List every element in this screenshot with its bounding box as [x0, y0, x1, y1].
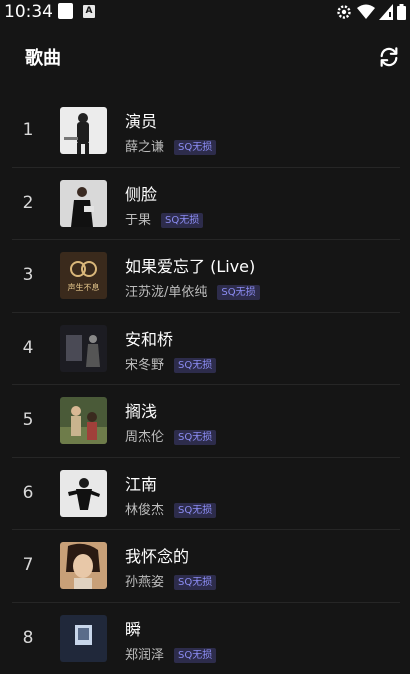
refresh-icon — [378, 46, 400, 68]
wifi-icon — [357, 4, 375, 20]
song-artist: 林俊杰SQ无损 — [125, 499, 216, 518]
song-row-1[interactable]: 1 演员 薛之谦SQ无损 — [0, 94, 410, 167]
song-artist: 孙燕姿SQ无损 — [125, 571, 216, 590]
status-bar: 10:34 A — [0, 0, 410, 24]
cover-text: 声生不息 — [68, 282, 100, 292]
album-cover — [60, 325, 107, 372]
album-cover — [60, 470, 107, 517]
song-row-4[interactable]: 4 安和桥 宋冬野SQ无损 — [0, 312, 410, 385]
song-artist: 郑润泽SQ无损 — [125, 644, 216, 663]
album-cover — [60, 107, 107, 154]
song-row-7[interactable]: 7 我怀念的 孙燕姿SQ无损 — [0, 529, 410, 602]
quality-badge: SQ无损 — [174, 358, 216, 373]
song-list: 1 演员 薛之谦SQ无损 2 侧脸 于果SQ无损 — [0, 94, 410, 674]
quality-badge: SQ无损 — [174, 503, 216, 518]
song-artist: 汪苏泷/单依纯SQ无损 — [125, 281, 260, 300]
notification-square-icon — [58, 3, 73, 19]
song-rank: 2 — [15, 167, 41, 239]
song-title: 江南 — [125, 471, 157, 495]
song-title: 如果爱忘了 (Live) — [125, 253, 255, 277]
song-rank: 5 — [15, 384, 41, 456]
song-artist: 宋冬野SQ无损 — [125, 354, 216, 373]
refresh-button[interactable] — [378, 46, 400, 68]
gear-icon — [335, 3, 353, 21]
notification-a-icon: A — [83, 5, 95, 18]
song-title: 搁浅 — [125, 398, 157, 422]
song-artist: 薛之谦SQ无损 — [125, 136, 216, 155]
song-rank: 6 — [15, 457, 41, 529]
song-row-3[interactable]: 3 声生不息 如果爱忘了 (Live) 汪苏泷/单依纯SQ无损 — [0, 239, 410, 312]
quality-badge: SQ无损 — [217, 285, 259, 300]
quality-badge: SQ无损 — [161, 213, 203, 228]
status-time: 10:34 — [4, 2, 53, 22]
header: 歌曲 — [0, 34, 410, 78]
song-title: 演员 — [125, 108, 157, 132]
song-title: 安和桥 — [125, 326, 173, 350]
signal-icon — [379, 4, 393, 20]
quality-badge: SQ无损 — [174, 430, 216, 445]
song-artist: 于果SQ无损 — [125, 209, 203, 228]
song-artist: 周杰伦SQ无损 — [125, 426, 216, 445]
song-rank: 3 — [15, 239, 41, 311]
album-cover — [60, 397, 107, 444]
album-cover: 声生不息 — [60, 252, 107, 299]
page-title: 歌曲 — [25, 44, 61, 70]
quality-badge: SQ无损 — [174, 648, 216, 663]
song-rank: 8 — [15, 602, 41, 674]
album-cover — [60, 615, 107, 662]
song-rank: 4 — [15, 312, 41, 384]
album-cover — [60, 180, 107, 227]
battery-icon — [397, 4, 406, 20]
song-rank: 7 — [15, 529, 41, 601]
song-rank: 1 — [15, 94, 41, 166]
song-row-8[interactable]: 8 瞬 郑润泽SQ无损 — [0, 602, 410, 674]
song-row-6[interactable]: 6 江南 林俊杰SQ无损 — [0, 457, 410, 530]
song-row-2[interactable]: 2 侧脸 于果SQ无损 — [0, 167, 410, 240]
quality-badge: SQ无损 — [174, 575, 216, 590]
status-icons — [335, 3, 406, 21]
song-title: 侧脸 — [125, 181, 157, 205]
song-title: 我怀念的 — [125, 543, 189, 567]
song-row-5[interactable]: 5 搁浅 周杰伦SQ无损 — [0, 384, 410, 457]
quality-badge: SQ无损 — [174, 140, 216, 155]
album-cover — [60, 542, 107, 589]
song-title: 瞬 — [125, 616, 141, 640]
